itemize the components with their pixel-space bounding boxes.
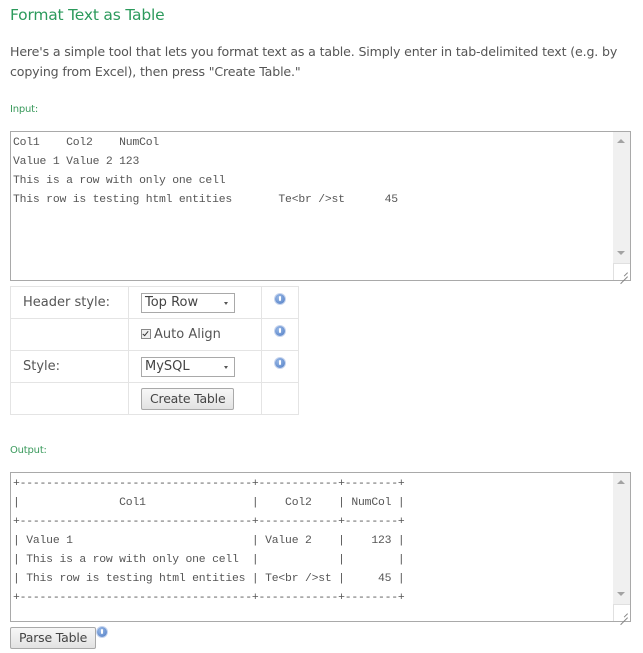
output-label: Output:: [10, 445, 47, 456]
intro-text: Here's a simple tool that lets you forma…: [10, 44, 618, 79]
parse-table-button[interactable]: Parse Table: [10, 627, 97, 649]
input-text[interactable]: Col1 Col2 NumCol Value 1 Value 2 123 Thi…: [13, 134, 610, 278]
style-select[interactable]: MySQL: [141, 356, 235, 377]
info-icon[interactable]: [275, 293, 285, 304]
style-label: Style:: [10, 350, 129, 383]
input-scrollbar[interactable]: [613, 132, 630, 280]
input-label: Input:: [10, 104, 39, 115]
parse-controls: Parse Table: [10, 626, 108, 649]
scroll-up-arrow-icon[interactable]: [617, 480, 625, 484]
options-table: Header style: Top Row Auto Align Style: …: [10, 286, 299, 415]
style-row: Style: MySQL: [10, 350, 299, 383]
scroll-down-arrow-icon[interactable]: [617, 251, 625, 255]
chevron-down-icon: [224, 301, 228, 305]
create-row: Create Table: [10, 382, 299, 415]
input-textarea[interactable]: Col1 Col2 NumCol Value 1 Value 2 123 Thi…: [10, 131, 631, 281]
info-icon[interactable]: [97, 626, 108, 637]
output-scrollbar[interactable]: [613, 473, 630, 621]
scroll-up-arrow-icon[interactable]: [617, 139, 625, 143]
output-text[interactable]: +-----------------------------------+---…: [13, 475, 610, 619]
page-title: Format Text as Table: [10, 6, 165, 24]
chevron-down-icon: [224, 365, 228, 369]
auto-align-row: Auto Align: [10, 318, 299, 351]
resize-grip-icon[interactable]: [613, 263, 630, 280]
style-value: MySQL: [145, 358, 190, 374]
scroll-down-arrow-icon[interactable]: [617, 592, 625, 596]
auto-align-label[interactable]: Auto Align: [154, 327, 221, 342]
auto-align-checkbox[interactable]: [141, 328, 151, 339]
info-icon[interactable]: [275, 357, 285, 368]
header-style-row: Header style: Top Row: [10, 286, 299, 319]
create-table-button[interactable]: Create Table: [141, 387, 235, 410]
output-textarea[interactable]: +-----------------------------------+---…: [10, 472, 631, 622]
info-icon[interactable]: [275, 325, 285, 336]
header-style-value: Top Row: [145, 294, 199, 310]
resize-grip-icon[interactable]: [613, 604, 630, 621]
header-style-label: Header style:: [10, 286, 129, 319]
header-style-select[interactable]: Top Row: [141, 292, 235, 313]
